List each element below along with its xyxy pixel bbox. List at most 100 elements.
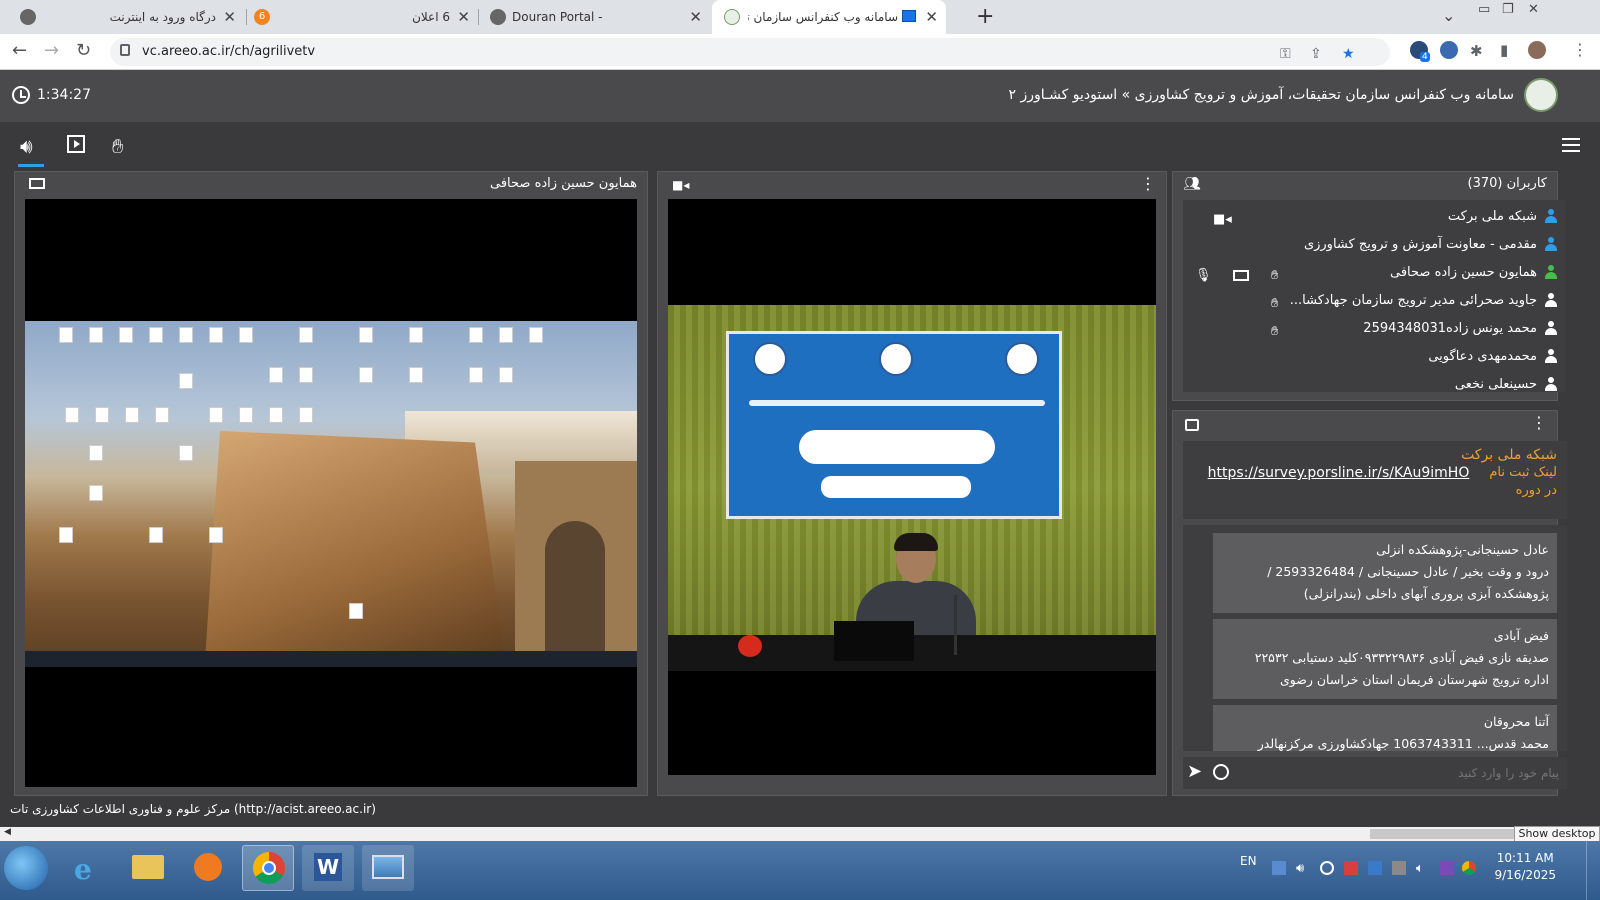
internet-explorer-icon[interactable]: e [62,845,114,891]
new-tab-button[interactable]: + [976,4,994,29]
forward-arrow-icon[interactable]: → [44,40,59,61]
tab-notifications[interactable]: 6 6 اعلان ✕ [248,0,478,34]
session-timer: 1:34:27 [12,86,91,104]
shared-desktop-image [25,321,637,667]
list-item[interactable]: مقدمی - معاونت آموزش و ترویج کشاورزی [1304,230,1557,258]
list-item[interactable]: جاوید صحرائی مدیر ترویج سازمان جهادکشا..… [1290,286,1557,314]
notification-badge-icon: 6 [254,9,270,25]
chat-messages: عادل حسینجانی-پژوهشکده انزلی درود و وقت … [1183,525,1567,751]
photo-viewer-taskbar-icon[interactable] [362,845,414,891]
users-group-icon: 👥︎ [1183,176,1201,192]
chrome-taskbar-icon[interactable] [242,845,294,891]
speaker-icon[interactable]: 🔊︎ [20,134,44,158]
word-taskbar-icon[interactable]: W [302,845,354,891]
tray-monitor-icon[interactable] [1392,861,1406,875]
scroll-left-arrow-icon[interactable]: ◀ [4,827,11,837]
close-icon[interactable]: ✕ [689,8,702,26]
clock-time: 10:11 AM [1496,851,1554,865]
panel-title: همایون حسین زاده صحافی [490,176,637,191]
tray-app2-icon[interactable] [1440,861,1454,875]
emoji-icon[interactable] [1213,764,1229,780]
app-header: 1:34:27 سامانه وب کنفرانس سازمان تحقیقات… [0,70,1600,122]
tray-security-icon[interactable] [1344,861,1358,875]
screen-share-status-icon [1233,270,1249,281]
chat-bubble-icon [1185,419,1199,431]
close-window-button[interactable]: ✕ [1528,2,1539,17]
minimize-button[interactable]: ▭ [1478,2,1490,17]
message-text: پژوهشکده آبزی پروری آبهای داخلی (بندرانز… [1303,586,1549,601]
panel-options-icon[interactable]: ⋮ [1140,174,1156,193]
chat-message-input[interactable] [1241,761,1561,785]
address-bar[interactable]: vc.areeo.ac.ir/ch/agrilivetv ⚿ ⇪ ★ [110,38,1390,66]
tab-title: 6 اعلان [412,10,450,24]
side-panel-icon[interactable]: ▮ [1500,41,1508,59]
puzzle-extensions-icon[interactable]: ✱ [1470,42,1483,60]
raise-hand-icon[interactable]: ✋︎ [112,134,136,158]
send-icon[interactable]: ➤ [1187,761,1202,782]
hamburger-menu-icon[interactable] [1562,138,1580,156]
tab-search-chevron-icon[interactable]: ⌄ [1442,6,1455,25]
pinned-sender: شبکه ملی برکت [1461,447,1557,463]
profile-avatar[interactable] [1528,41,1546,59]
taskbar-clock[interactable]: 10:11 AM 9/16/2025 [1494,850,1556,884]
globe-icon [20,9,36,25]
media-player-icon[interactable] [66,134,90,158]
user-icon [1545,321,1557,335]
list-item[interactable]: شبکه ملی برکت [1448,202,1557,230]
shared-screen-video [25,199,637,787]
file-explorer-icon[interactable] [122,845,174,891]
chat-message: عادل حسینجانی-پژوهشکده انزلی درود و وقت … [1213,533,1557,613]
footer-credit: مرکز علوم و فناوری اطلاعات کشاورزی تات (… [10,802,376,816]
share-icon[interactable]: ⇪ [1310,46,1322,62]
raised-hand-icon: ✋︎ [1271,324,1279,339]
registration-link[interactable]: https://survey.porsline.ir/s/KAu9imHO [1208,465,1470,481]
vpn-extension-icon[interactable] [1440,41,1458,59]
monitor-icon [29,178,45,189]
camera-on-icon: ■◂ [1213,212,1232,227]
start-button[interactable] [4,846,48,890]
bookmark-star-icon[interactable]: ★ [1342,46,1355,62]
message-sender: فیض آبادی [1493,628,1549,643]
list-item[interactable]: حسینعلی نخعی [1455,370,1557,392]
tab-title: Douran Portal - [512,10,603,24]
close-icon[interactable]: ✕ [925,8,938,26]
list-item[interactable]: محمدمهدی دعاگویی [1428,342,1557,370]
user-name: همایون حسین زاده صحافی [1390,264,1537,280]
restore-button[interactable]: ❐ [1502,2,1514,17]
horizontal-scrollbar[interactable]: ◀ [0,827,1600,841]
tab-web-conference[interactable]: سامانه وب کنفرانس سازمان تحقیقات، ✕ [712,0,946,34]
url-text[interactable]: vc.areeo.ac.ir/ch/agrilivetv [142,44,315,59]
panel-title: کاربران (370) [1467,176,1548,191]
tray-link-icon[interactable] [1320,861,1334,875]
reload-icon[interactable]: ↻ [76,40,91,61]
tray-chrome-icon[interactable] [1462,861,1476,875]
close-icon[interactable]: ✕ [457,8,470,26]
list-item[interactable]: محمد یونس زاده2594348031 [1363,314,1557,342]
timer-value: 1:34:27 [37,87,91,103]
tray-network-icon[interactable] [1272,861,1286,875]
list-item[interactable]: همایون حسین زاده صحافی [1390,258,1557,286]
language-indicator[interactable]: EN [1240,854,1257,868]
chat-panel: ⋮ شبکه ملی برکت https://survey.porsline.… [1172,410,1567,796]
page-title: سامانه وب کنفرانس سازمان تحقیقات، آموزش … [1008,87,1514,103]
microphone-icon: 🎙︎ [1195,268,1212,283]
tab-douran-portal[interactable]: Douran Portal - ✕ [480,0,710,34]
user-name: شبکه ملی برکت [1447,208,1537,224]
users-list: شبکه ملی برکت مقدمی - معاونت آموزش و ترو… [1183,200,1565,392]
media-player-taskbar-icon[interactable] [182,845,234,891]
back-arrow-icon[interactable]: ← [12,40,27,61]
close-icon[interactable]: ✕ [223,8,236,26]
tab-internet-login[interactable]: درگاه ورود به اینترنت ✕ [14,0,244,34]
scrollbar-thumb[interactable] [1370,829,1520,839]
key-icon[interactable]: ⚿ [1280,46,1291,62]
user-name: جاوید صحرائی مدیر ترویج سازمان جهادکشا..… [1289,292,1537,308]
screen-share-icon [902,10,916,22]
show-desktop-button[interactable] [1586,841,1600,900]
tab-title: درگاه ورود به اینترنت [109,10,216,24]
chat-input-bar: ➤ [1183,757,1567,789]
tray-speaker-icon[interactable]: 🔈︎ [1416,861,1430,876]
menu-kebab-icon[interactable]: ⋮ [1572,40,1588,59]
tray-app-icon[interactable] [1368,861,1382,875]
chat-options-icon[interactable]: ⋮ [1531,413,1547,432]
tray-volume-icon[interactable]: 🔊︎ [1296,861,1310,876]
